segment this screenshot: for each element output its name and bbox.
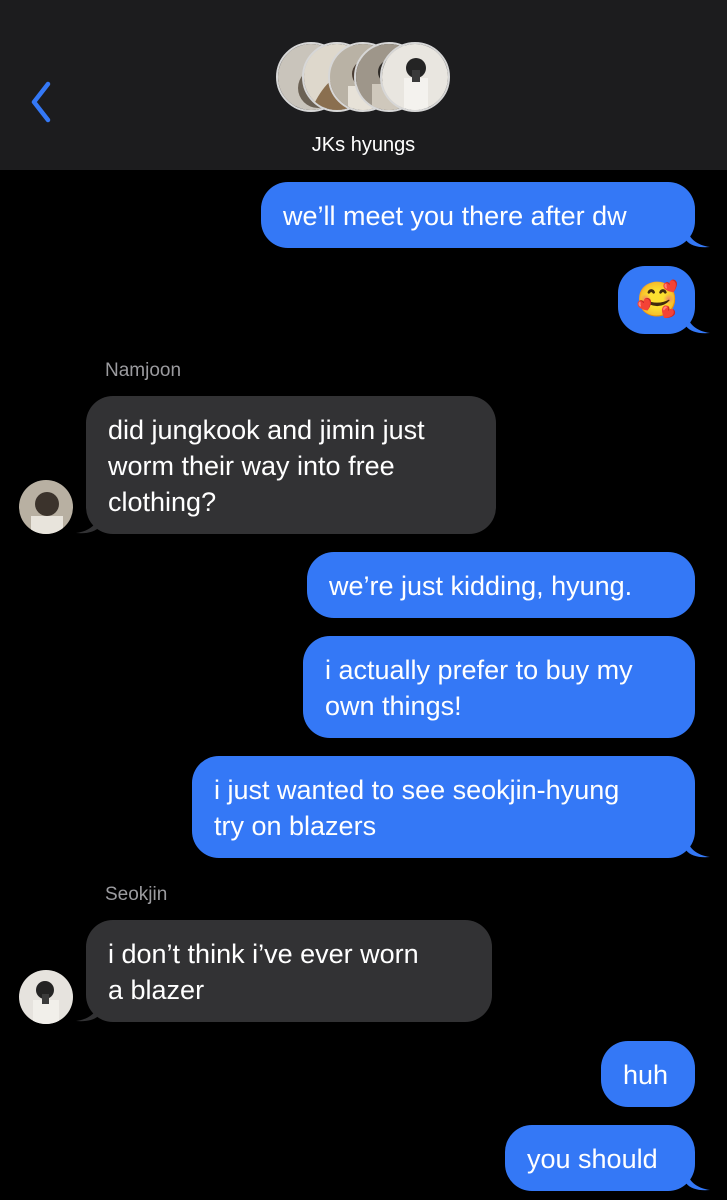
message-text-line: i actually prefer to buy my xyxy=(325,655,633,685)
outgoing-message-bubble[interactable]: huh xyxy=(601,1041,695,1107)
message-text: you should xyxy=(527,1144,658,1174)
message-text: 🥰 xyxy=(636,280,679,320)
sender-name: Seokjin xyxy=(105,884,168,905)
bubble-tail xyxy=(686,836,710,858)
sender-name: Namjoon xyxy=(105,360,182,381)
group-member-avatar xyxy=(380,42,450,112)
message-text-line: try on blazers xyxy=(214,811,377,841)
bubble-tail xyxy=(76,512,100,534)
bubble-tail xyxy=(686,312,710,334)
outgoing-message-bubble[interactable]: we’ll meet you there after dw xyxy=(261,182,695,248)
message-text: we’ll meet you there after dw xyxy=(283,201,627,231)
bubble-tail xyxy=(686,226,710,248)
outgoing-message-bubble[interactable]: i actually prefer to buy my own things! xyxy=(303,636,695,738)
outgoing-message-bubble[interactable]: i just wanted to see seokjin-hyung try o… xyxy=(192,756,695,858)
group-name[interactable]: JKs hyungs xyxy=(0,134,727,157)
message-text-line: i don’t think i’ve ever worn xyxy=(108,939,419,969)
outgoing-message-bubble[interactable]: we’re just kidding, hyung. xyxy=(307,552,695,618)
back-button[interactable] xyxy=(26,80,62,124)
chevron-left-icon xyxy=(31,81,51,123)
message-text-line: a blazer xyxy=(108,975,205,1005)
outgoing-message-bubble[interactable]: you should xyxy=(505,1125,695,1191)
incoming-message-bubble[interactable]: i don’t think i’ve ever worn a blazer xyxy=(86,920,492,1022)
incoming-message-bubble[interactable]: did jungkook and jimin just worm their w… xyxy=(86,396,496,534)
message-text: huh xyxy=(623,1060,669,1090)
message-text-line: clothing? xyxy=(108,487,217,517)
message-text: we’re just kidding, hyung. xyxy=(329,571,633,601)
group-avatar-stack[interactable] xyxy=(276,42,452,114)
sender-avatar[interactable] xyxy=(19,970,73,1024)
bubble-tail xyxy=(76,1000,100,1022)
message-text-line: did jungkook and jimin just xyxy=(108,415,425,445)
message-text-line: worm their way into free xyxy=(108,451,395,481)
bubble-tail xyxy=(686,1169,710,1191)
outgoing-message-bubble[interactable]: 🥰 xyxy=(618,266,695,334)
conversation-header: JKs hyungs xyxy=(0,0,727,170)
message-text-line: own things! xyxy=(325,691,462,721)
sender-avatar[interactable] xyxy=(19,480,73,534)
message-text-line: i just wanted to see seokjin-hyung xyxy=(214,775,620,805)
